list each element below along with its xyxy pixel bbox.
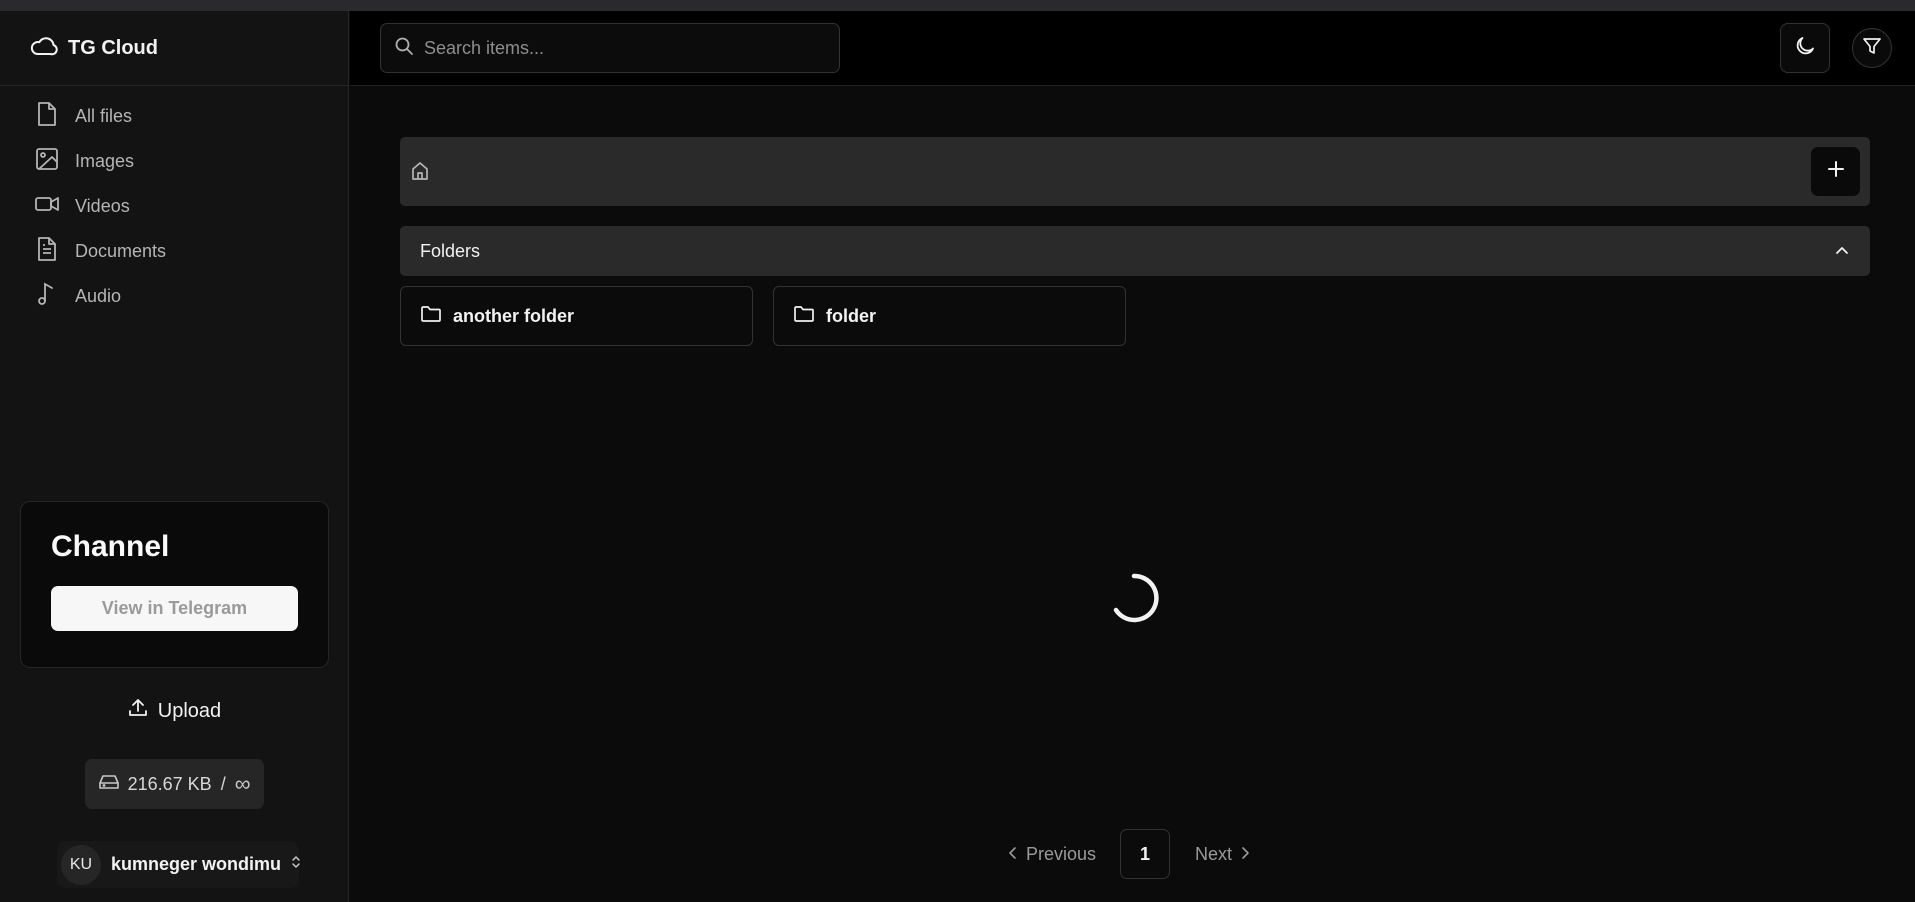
filter-button[interactable] bbox=[1852, 28, 1892, 68]
view-in-telegram-button[interactable]: View in Telegram bbox=[51, 586, 298, 631]
chevron-right-icon bbox=[1240, 844, 1250, 865]
filter-icon bbox=[1862, 36, 1882, 61]
sidebar-item-videos[interactable]: Videos bbox=[0, 184, 348, 229]
folder-name: folder bbox=[826, 305, 877, 326]
folder-card[interactable]: another folder bbox=[400, 286, 753, 346]
avatar: KU bbox=[61, 844, 101, 885]
sidebar-nav: All files Images Videos Documents Audio bbox=[0, 86, 348, 319]
image-icon bbox=[35, 147, 59, 176]
user-name: kumneger wondimu bbox=[111, 854, 282, 874]
sidebar-item-label: Audio bbox=[75, 286, 122, 306]
sidebar-item-label: All files bbox=[75, 106, 133, 126]
theme-toggle-button[interactable] bbox=[1780, 23, 1830, 73]
sidebar-item-audio[interactable]: Audio bbox=[0, 274, 348, 319]
chevrons-up-down-icon bbox=[291, 854, 301, 875]
search-box[interactable] bbox=[380, 23, 840, 73]
pagination: Previous 1 Next bbox=[1008, 829, 1250, 879]
moon-icon bbox=[1794, 35, 1816, 62]
chevron-left-icon bbox=[1008, 844, 1018, 865]
next-label: Next bbox=[1195, 843, 1233, 864]
folder-icon bbox=[421, 305, 441, 328]
upload-icon bbox=[128, 698, 148, 724]
folder-name: another folder bbox=[453, 305, 575, 326]
storage-usage: 216.67 KB / ∞ bbox=[85, 759, 264, 809]
previous-page-button[interactable]: Previous bbox=[1008, 844, 1096, 865]
channel-title: Channel bbox=[51, 530, 170, 563]
hard-drive-icon bbox=[98, 774, 119, 795]
search-icon bbox=[394, 36, 414, 61]
window-top-strip bbox=[0, 0, 1915, 11]
previous-label: Previous bbox=[1026, 843, 1097, 864]
chevron-up-icon bbox=[1834, 243, 1850, 264]
folder-card[interactable]: folder bbox=[773, 286, 1126, 346]
upload-label: Upload bbox=[157, 699, 222, 722]
sidebar-item-images[interactable]: Images bbox=[0, 139, 348, 184]
page-number-current[interactable]: 1 bbox=[1120, 829, 1171, 879]
document-icon bbox=[35, 236, 59, 267]
folder-icon bbox=[794, 305, 814, 328]
search-input[interactable] bbox=[424, 37, 824, 59]
file-icon bbox=[35, 101, 59, 132]
music-note-icon bbox=[35, 281, 59, 312]
user-menu[interactable]: KU kumneger wondimu bbox=[57, 841, 301, 888]
folders-section-toggle[interactable]: Folders bbox=[400, 226, 1870, 276]
cloud-icon bbox=[30, 35, 58, 62]
upload-button[interactable]: Upload bbox=[0, 698, 349, 724]
plus-icon bbox=[1827, 160, 1845, 183]
sidebar-item-label: Documents bbox=[75, 241, 167, 261]
home-icon[interactable] bbox=[411, 161, 429, 186]
app-name: TG Cloud bbox=[68, 36, 158, 59]
brand[interactable]: TG Cloud bbox=[0, 11, 348, 86]
storage-limit: ∞ bbox=[234, 771, 251, 796]
add-button[interactable] bbox=[1811, 147, 1860, 196]
sidebar-item-documents[interactable]: Documents bbox=[0, 229, 348, 274]
storage-used: 216.67 KB bbox=[127, 773, 212, 794]
loading-spinner-icon bbox=[1108, 572, 1160, 629]
sidebar-item-label: Videos bbox=[75, 196, 130, 216]
storage-separator: / bbox=[220, 773, 226, 794]
video-icon bbox=[35, 192, 59, 221]
next-page-button[interactable]: Next bbox=[1195, 844, 1250, 865]
breadcrumb bbox=[400, 137, 1870, 206]
sidebar-item-label: Images bbox=[75, 151, 135, 171]
channel-card: Channel View in Telegram bbox=[20, 501, 329, 668]
top-header bbox=[350, 11, 1915, 86]
folders-section-title: Folders bbox=[420, 240, 481, 261]
sidebar: TG Cloud All files Images Videos Documen… bbox=[0, 11, 349, 902]
sidebar-item-all-files[interactable]: All files bbox=[0, 94, 348, 139]
